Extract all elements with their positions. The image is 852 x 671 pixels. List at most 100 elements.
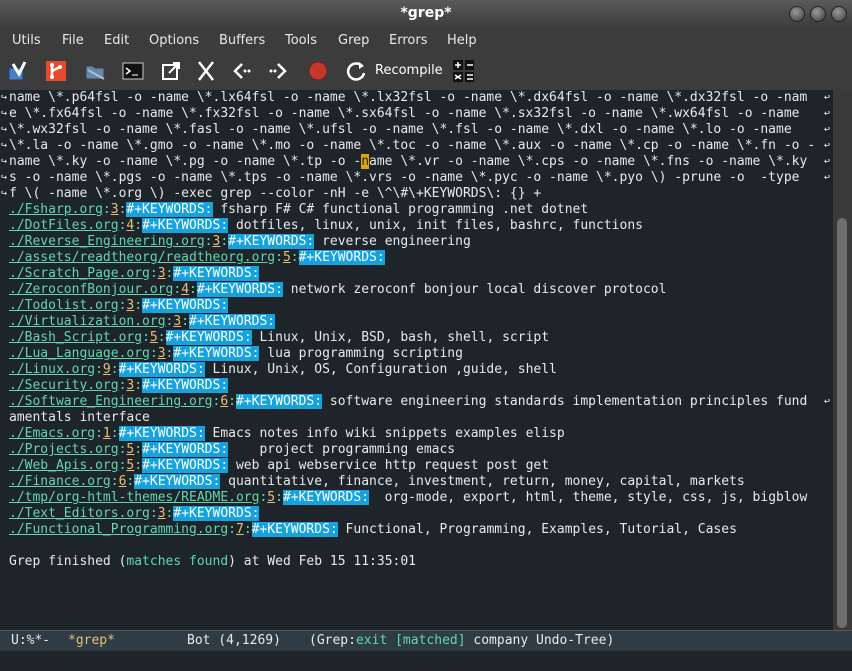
- result-line[interactable]: ./Reverse_Engineering.org:3:#+KEYWORDS: …: [9, 234, 471, 250]
- wrap-indicator-icon: ↩: [824, 92, 831, 103]
- result-line[interactable]: ./Todolist.org:3:#+KEYWORDS:: [9, 298, 229, 314]
- result-file-link[interactable]: ./tmp/org-html-themes/README.org: [9, 490, 259, 505]
- result-line[interactable]: ./Security.org:3:#+KEYWORDS:: [9, 378, 229, 394]
- calculator-icon[interactable]: [452, 60, 474, 82]
- minibuffer[interactable]: [0, 651, 852, 671]
- result-line[interactable]: ./tmp/org-html-themes/README.org:5:#+KEY…: [9, 490, 807, 506]
- menu-buffers[interactable]: Buffers: [219, 33, 265, 48]
- finished-text: Grep finished (: [9, 554, 127, 569]
- result-file-link[interactable]: ./Emacs.org: [9, 426, 95, 441]
- result-line[interactable]: ./Finance.org:6:#+KEYWORDS: quantitative…: [9, 474, 745, 490]
- cursor-position: Bot (4,1269): [187, 633, 281, 648]
- menu-file[interactable]: File: [62, 33, 84, 48]
- menu-errors[interactable]: Errors: [389, 33, 427, 48]
- minimize-button[interactable]: [789, 6, 805, 22]
- stop-icon[interactable]: [307, 60, 329, 82]
- result-text: fsharp F# C# functional programming .net…: [212, 202, 589, 217]
- result-file-link[interactable]: ./Lua_Language.org: [9, 346, 150, 361]
- buffer-name[interactable]: *grep*: [68, 633, 115, 648]
- result-file-link[interactable]: ./Linux.org: [9, 362, 95, 377]
- vertical-scrollbar[interactable]: [833, 90, 852, 630]
- back-icon[interactable]: [230, 60, 252, 82]
- result-line[interactable]: ./Projects.org:5:#+KEYWORDS: project pro…: [9, 442, 455, 458]
- result-line[interactable]: ./Fsharp.org:3:#+KEYWORDS: fsharp F# C# …: [9, 202, 588, 218]
- result-line-number[interactable]: 3: [158, 346, 166, 361]
- result-line-number[interactable]: 7: [236, 522, 244, 537]
- result-line[interactable]: ./DotFiles.org:4:#+KEYWORDS: dotfiles, l…: [9, 218, 643, 234]
- keyword-match: #+KEYWORDS:: [282, 490, 370, 505]
- result-line[interactable]: ./Lua_Language.org:3:#+KEYWORDS: lua pro…: [9, 346, 463, 362]
- recompile-button[interactable]: Recompile: [375, 63, 443, 78]
- result-file-link[interactable]: ./Software_Engineering.org: [9, 394, 213, 409]
- command-line: \*.la -o -name \*.gmo -o -name \*.mo -o …: [9, 138, 816, 153]
- result-line-number[interactable]: 3: [158, 506, 166, 521]
- result-line-number[interactable]: 6: [220, 394, 228, 409]
- result-file-link[interactable]: ./Fsharp.org: [9, 202, 103, 217]
- scrollbar-thumb[interactable]: [837, 218, 847, 628]
- cut-icon[interactable]: [195, 60, 217, 82]
- result-line-number[interactable]: 1: [103, 426, 111, 441]
- keyword-match: #+KEYWORDS:: [165, 330, 252, 345]
- menu-help[interactable]: Help: [447, 33, 477, 48]
- folder-icon[interactable]: [84, 60, 106, 82]
- major-mode[interactable]: (Grep:exit [matched] company Undo-Tree): [309, 633, 614, 648]
- result-text: web api webservice http request post get: [228, 458, 550, 473]
- finished-time: ) at Wed Feb 15 11:35:01: [228, 554, 416, 569]
- close-window-button[interactable]: [831, 6, 847, 22]
- result-line-number[interactable]: 5: [283, 250, 291, 265]
- result-file-link[interactable]: ./Functional_Programming.org: [9, 522, 228, 537]
- result-file-link[interactable]: ./Todolist.org: [9, 298, 119, 313]
- result-file-link[interactable]: ./Security.org: [9, 378, 119, 393]
- result-file-link[interactable]: ./Web_Apis.org: [9, 458, 119, 473]
- result-line[interactable]: ./Emacs.org:1:#+KEYWORDS: Emacs notes in…: [9, 426, 565, 442]
- result-file-link[interactable]: ./Reverse_Engineering.org: [9, 234, 205, 249]
- result-file-link[interactable]: ./Scratch_Page.org: [9, 266, 150, 281]
- recompile-icon[interactable]: [345, 60, 367, 82]
- result-text: Linux, Unix, OS, Configuration ,guide, s…: [204, 362, 557, 377]
- menu-tools[interactable]: Tools: [285, 33, 317, 48]
- result-file-link[interactable]: ./DotFiles.org: [9, 218, 119, 233]
- keyword-match: #+KEYWORDS:: [142, 378, 229, 393]
- result-line[interactable]: ./Linux.org:9:#+KEYWORDS: Linux, Unix, O…: [9, 362, 557, 378]
- result-line[interactable]: ./ZeroconfBonjour.org:4:#+KEYWORDS: netw…: [9, 282, 666, 298]
- result-line[interactable]: ./assets/readtheorg/readtheorg.org:5:#+K…: [9, 250, 385, 266]
- external-link-icon[interactable]: [160, 60, 182, 82]
- grep-buffer[interactable]: ↪ name \*.p64fsl -o -name \*.lx64fsl -o …: [0, 90, 833, 630]
- result-line-number[interactable]: 5: [267, 490, 275, 505]
- matches-found-status: matches found: [126, 554, 229, 569]
- grep-finished-line: Grep finished (matches found) at Wed Feb…: [9, 554, 416, 570]
- git-icon[interactable]: [45, 60, 67, 82]
- result-file-link[interactable]: ./Bash_Script.org: [9, 330, 142, 345]
- result-line-number[interactable]: 9: [103, 362, 111, 377]
- menu-edit[interactable]: Edit: [104, 33, 129, 48]
- keyword-match: #+KEYWORDS:: [118, 426, 205, 441]
- result-line[interactable]: ./Text_Editors.org:3:#+KEYWORDS:: [9, 506, 260, 522]
- result-line[interactable]: ./Bash_Script.org:5:#+KEYWORDS: Linux, U…: [9, 330, 549, 346]
- menu-utils[interactable]: Utils: [12, 33, 41, 48]
- grep-tool-icon[interactable]: [7, 60, 29, 82]
- menu-bar: Utils File Edit Options Buffers Tools Gr…: [0, 28, 852, 54]
- result-file-link[interactable]: ./Projects.org: [9, 442, 119, 457]
- command-line: s -o -name \*.pgs -o -name \*.tps -o -na…: [9, 170, 808, 185]
- maximize-button[interactable]: [810, 6, 826, 22]
- result-line[interactable]: ./Virtualization.org:3:#+KEYWORDS:: [9, 314, 276, 330]
- result-file-link[interactable]: ./ZeroconfBonjour.org: [9, 282, 173, 297]
- result-file-link[interactable]: ./Text_Editors.org: [9, 506, 150, 521]
- result-file-link[interactable]: ./Finance.org: [9, 474, 111, 489]
- menu-grep[interactable]: Grep: [338, 33, 369, 48]
- result-line-number[interactable]: 3: [158, 266, 166, 281]
- result-line-number[interactable]: 3: [111, 202, 119, 217]
- forward-icon[interactable]: [268, 60, 290, 82]
- result-line-number[interactable]: 5: [150, 330, 158, 345]
- menu-options[interactable]: Options: [149, 33, 199, 48]
- result-text: Functional, Programming, Examples, Tutor…: [337, 522, 737, 537]
- result-line[interactable]: ./Web_Apis.org:5:#+KEYWORDS: web api web…: [9, 458, 549, 474]
- terminal-icon[interactable]: [122, 60, 144, 82]
- wrap-indicator-icon: ↪: [1, 124, 8, 135]
- result-line[interactable]: ./Functional_Programming.org:7:#+KEYWORD…: [9, 522, 737, 538]
- result-line[interactable]: ./Scratch_Page.org:3:#+KEYWORDS:: [9, 266, 260, 282]
- result-file-link[interactable]: ./Virtualization.org: [9, 314, 166, 329]
- result-line[interactable]: ./Software_Engineering.org:6:#+KEYWORDS:…: [9, 394, 807, 410]
- result-file-link[interactable]: ./assets/readtheorg/readtheorg.org: [9, 250, 275, 265]
- result-line-number[interactable]: 4: [181, 282, 189, 297]
